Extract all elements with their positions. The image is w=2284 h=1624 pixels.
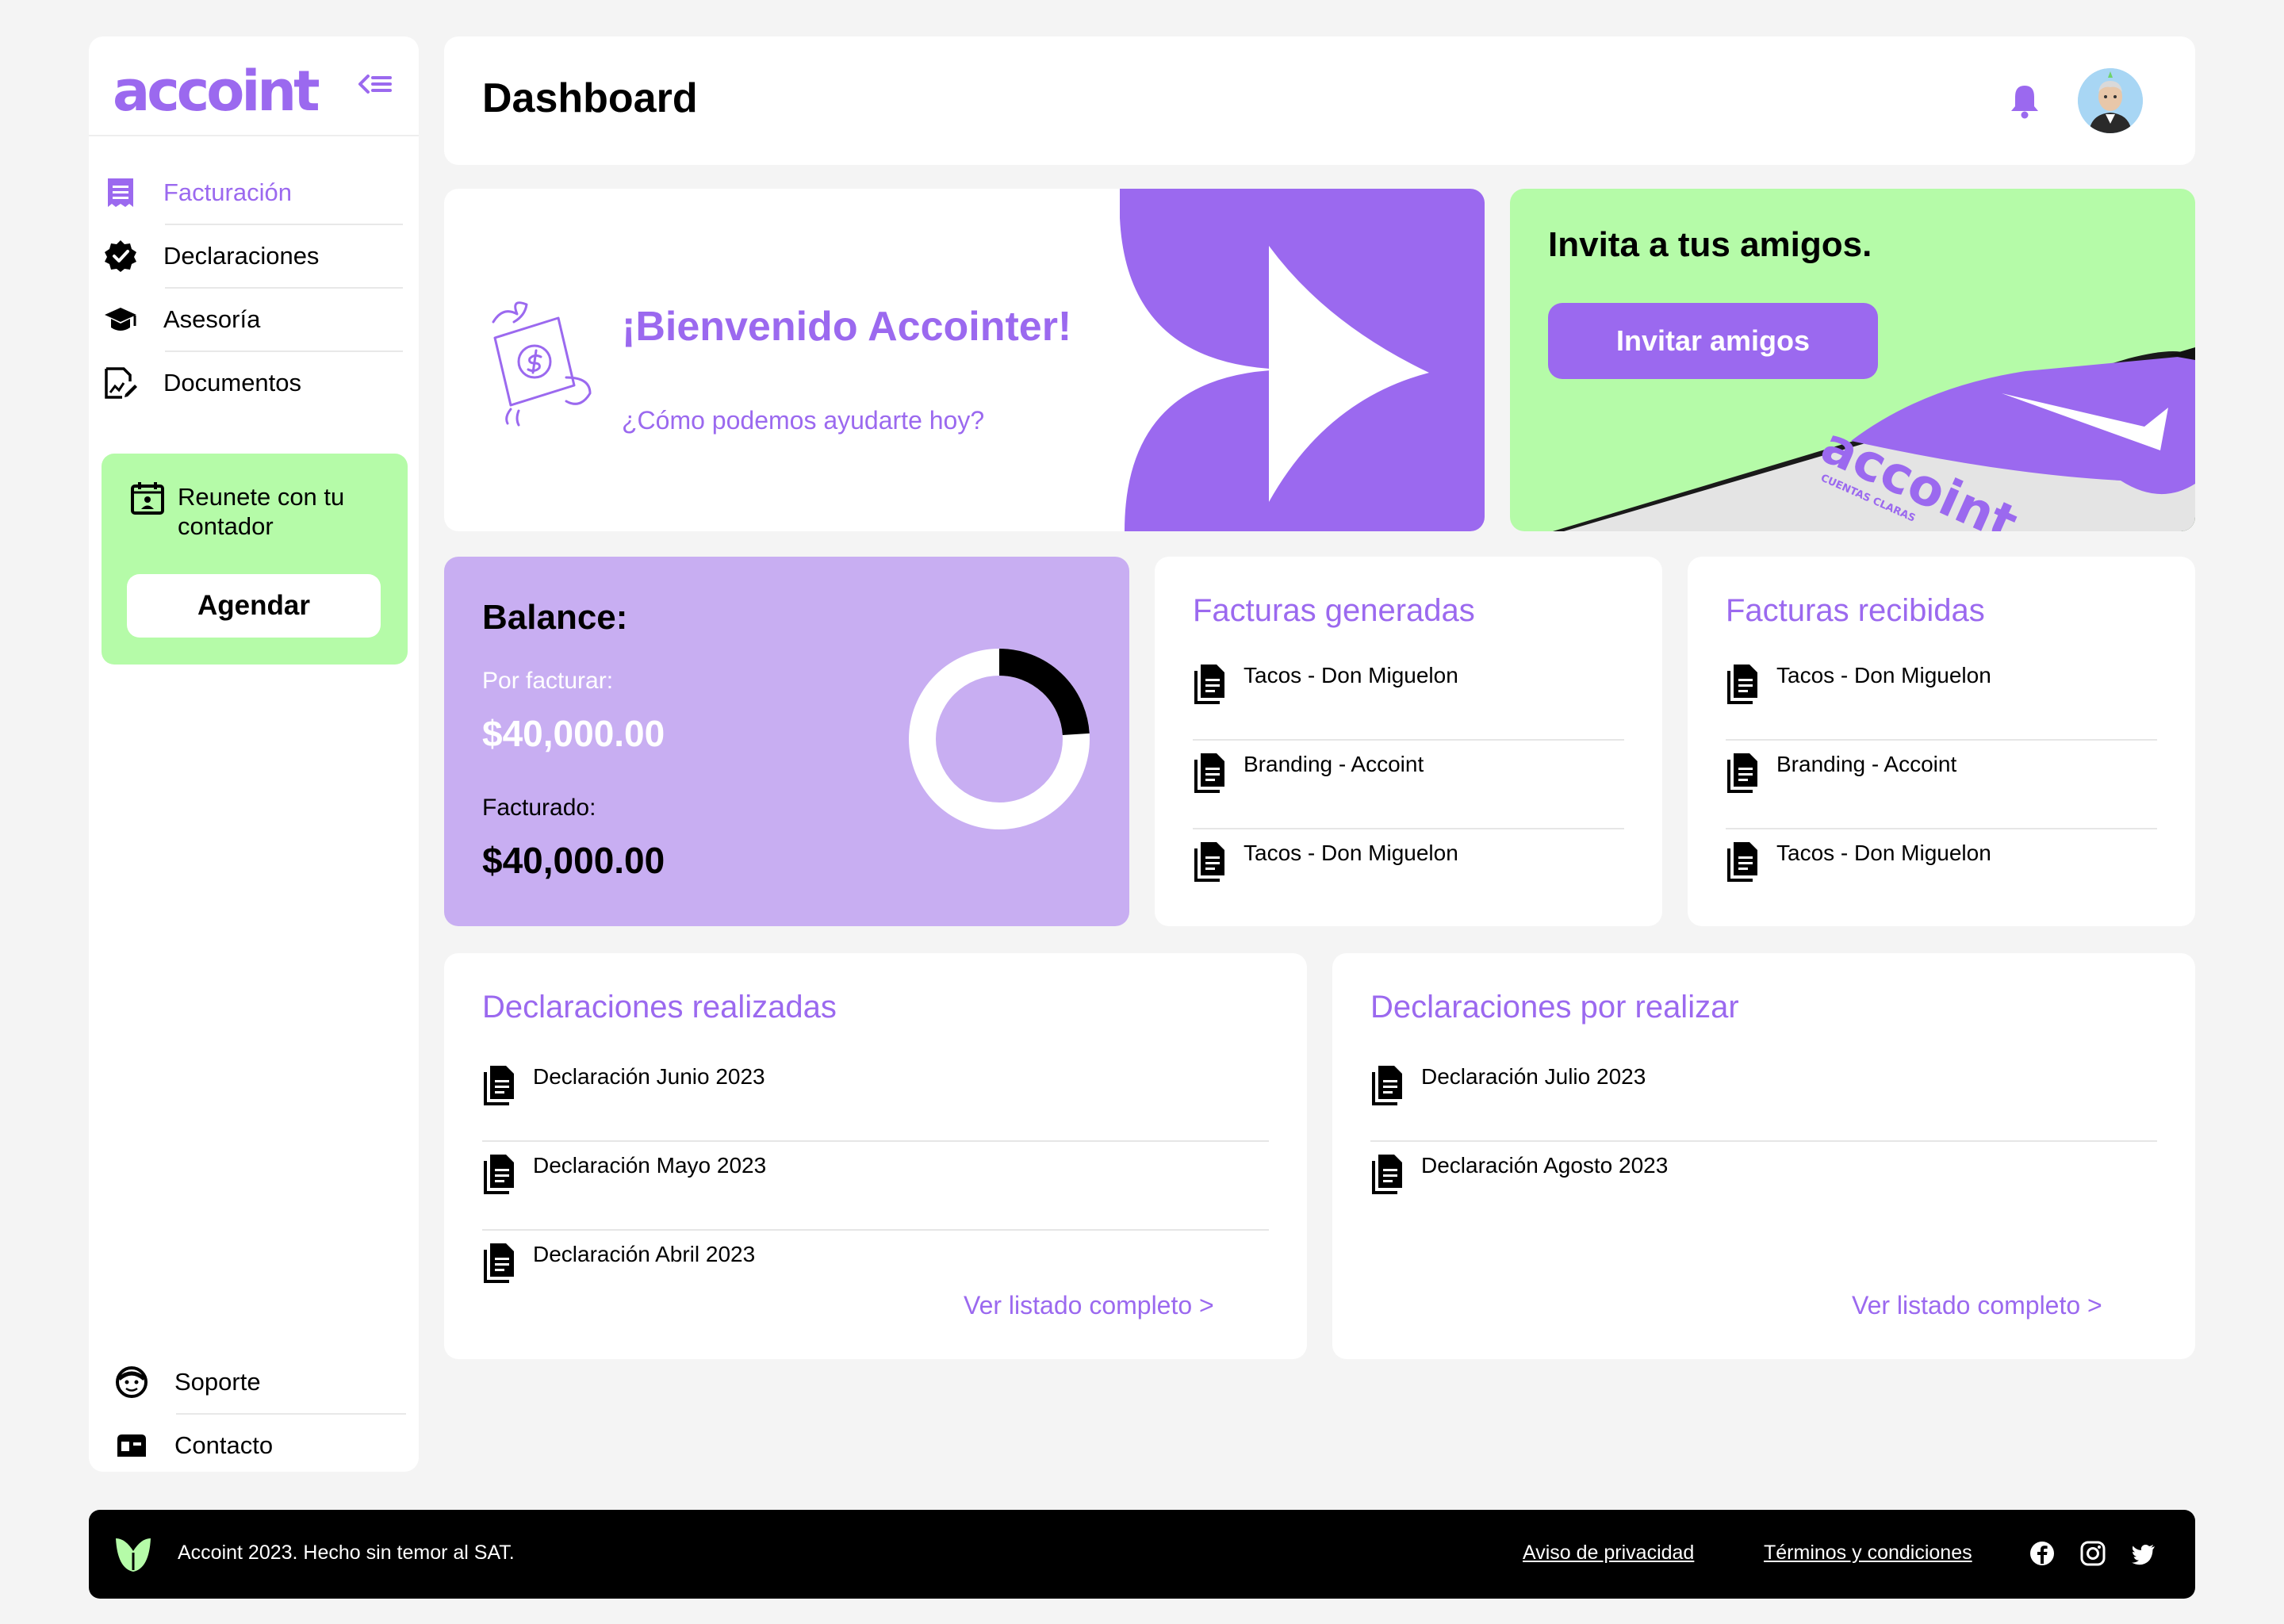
billed-label: Facturado: [482, 795, 596, 821]
invoice-row[interactable]: Tacos - Don Miguelon [1726, 829, 2157, 918]
invoice-name: Tacos - Don Miguelon [1244, 841, 1458, 865]
accoint-logo[interactable]: accoint [113, 59, 320, 124]
meet-text: Reunete con tu contador [178, 483, 345, 540]
declaration-row[interactable]: Declaración Junio 2023 [482, 1053, 1269, 1142]
brand-arrow-graphic [1120, 189, 1485, 531]
invoices-received-card: Facturas recibidas Tacos - Don Miguelon … [1688, 557, 2195, 926]
sidebar-item-facturacion[interactable]: Facturación [102, 161, 395, 224]
accoint-leaf-logo-icon [116, 1538, 151, 1572]
declarations-todo-card: Declaraciones por realizar Declaración J… [1332, 953, 2195, 1359]
invoice-name: Branding - Accoint [1776, 752, 1957, 776]
declaration-name: Declaración Mayo 2023 [533, 1153, 767, 1178]
support-agent-icon [113, 1363, 151, 1401]
invite-friends-button[interactable]: Invitar amigos [1548, 303, 1878, 379]
card-title: Declaraciones realizadas [482, 990, 837, 1025]
facebook-icon[interactable] [2029, 1540, 2056, 1567]
card-title: Facturas generadas [1193, 593, 1475, 628]
invoice-row[interactable]: Branding - Accoint [1726, 741, 2157, 829]
invoices-generated-card: Facturas generadas Tacos - Don Miguelon … [1155, 557, 1662, 926]
schedule-button[interactable]: Agendar [127, 574, 381, 638]
sidebar-item-label: Asesoría [163, 305, 261, 333]
sidebar-item-label: Declaraciones [163, 242, 320, 270]
document-icon [484, 1243, 514, 1283]
invoice-row[interactable]: Tacos - Don Miguelon [1193, 652, 1624, 741]
collapse-menu-icon[interactable] [355, 63, 397, 105]
meet-accountant-card: Reunete con tu contador Agendar [102, 454, 408, 665]
view-full-list-link[interactable]: Ver listado completo > [1852, 1291, 2102, 1320]
invoice-name: Tacos - Don Miguelon [1244, 663, 1458, 688]
pending-label: Por facturar: [482, 668, 614, 694]
sidebar-item-documentos[interactable]: Documentos [102, 351, 395, 415]
invoice-name: Branding - Accoint [1244, 752, 1424, 776]
sidebar-item-contacto[interactable]: Contacto [113, 1414, 406, 1472]
document-chart-icon [102, 364, 140, 402]
terms-link[interactable]: Términos y condiciones [1764, 1542, 1972, 1565]
welcome-title: ¡Bienvenido Accointer! [622, 304, 1072, 350]
sidebar-item-declaraciones[interactable]: Declaraciones [102, 224, 395, 288]
invite-title: Invita a tus amigos. [1548, 225, 1872, 264]
flying-money-icon [492, 301, 592, 427]
sidebar-item-label: Facturación [163, 178, 292, 206]
balance-card: Balance: Por facturar: $40,000.00 Factur… [444, 557, 1129, 926]
pending-value: $40,000.00 [482, 713, 665, 754]
invoice-row[interactable]: Tacos - Don Miguelon [1726, 652, 2157, 741]
balance-donut-chart [909, 649, 1090, 829]
sidebar-item-label: Contacto [174, 1431, 274, 1459]
document-icon [1194, 665, 1224, 704]
invoice-row[interactable]: Branding - Accoint [1193, 741, 1624, 829]
donut-billed-arc [998, 649, 1090, 736]
footer: Accoint 2023. Hecho sin temor al SAT. Av… [89, 1510, 2195, 1599]
welcome-banner: ¡Bienvenido Accointer! ¿Cómo podemos ayu… [444, 189, 1485, 531]
welcome-subtitle: ¿Cómo podemos ayudarte hoy? [622, 406, 985, 435]
document-icon [1727, 753, 1757, 793]
footer-copyright: Accoint 2023. Hecho sin temor al SAT. [178, 1542, 515, 1564]
verified-badge-icon [102, 237, 140, 275]
balance-title: Balance: [482, 598, 628, 637]
twitter-icon[interactable] [2130, 1540, 2157, 1567]
sidebar-item-label: Soporte [174, 1368, 261, 1396]
declaration-name: Declaración Julio 2023 [1421, 1064, 1646, 1089]
card-title: Declaraciones por realizar [1370, 990, 1739, 1025]
sidebar-item-asesoria[interactable]: Asesoría [102, 288, 395, 351]
document-icon [1194, 753, 1224, 793]
declaration-name: Declaración Agosto 2023 [1421, 1153, 1669, 1178]
document-icon [484, 1066, 514, 1105]
instagram-icon[interactable] [2079, 1540, 2106, 1567]
user-avatar[interactable] [2078, 68, 2143, 133]
sidebar-item-soporte[interactable]: Soporte [113, 1350, 406, 1414]
document-icon [484, 1155, 514, 1194]
declarations-done-card: Declaraciones realizadas Declaración Jun… [444, 953, 1307, 1359]
document-icon [1727, 842, 1757, 882]
privacy-link[interactable]: Aviso de privacidad [1523, 1542, 1694, 1565]
declaration-row[interactable]: Declaración Mayo 2023 [482, 1142, 1269, 1231]
calendar-person-icon [131, 482, 164, 515]
document-icon [1372, 1155, 1402, 1194]
invoice-name: Tacos - Don Miguelon [1776, 663, 1991, 688]
billed-value: $40,000.00 [482, 840, 665, 881]
sidebar: accoint Facturación Declaraciones Asesor… [89, 36, 419, 1472]
document-icon [1727, 665, 1757, 704]
view-full-list-link[interactable]: Ver listado completo > [964, 1291, 1214, 1320]
document-icon [1372, 1066, 1402, 1105]
declaration-row[interactable]: Declaración Julio 2023 [1370, 1053, 2157, 1142]
declaration-row[interactable]: Declaración Agosto 2023 [1370, 1142, 2157, 1231]
bell-icon[interactable] [2005, 81, 2044, 121]
graduation-cap-icon [102, 301, 140, 339]
top-header: Dashboard [444, 36, 2195, 165]
mailbox-icon [113, 1427, 151, 1465]
invoice-row[interactable]: Tacos - Don Miguelon [1193, 829, 1624, 918]
sidebar-item-label: Documentos [163, 369, 302, 396]
invite-friends-card: accoint CUENTAS CLARAS Invita a tus amig… [1510, 189, 2195, 531]
card-title: Facturas recibidas [1726, 593, 1985, 628]
document-icon [1194, 842, 1224, 882]
declaration-name: Declaración Abril 2023 [533, 1242, 756, 1266]
sidebar-divider [89, 135, 419, 136]
receipt-icon [102, 174, 140, 212]
invoice-name: Tacos - Don Miguelon [1776, 841, 1991, 865]
declaration-name: Declaración Junio 2023 [533, 1064, 765, 1089]
page-title: Dashboard [482, 75, 698, 121]
